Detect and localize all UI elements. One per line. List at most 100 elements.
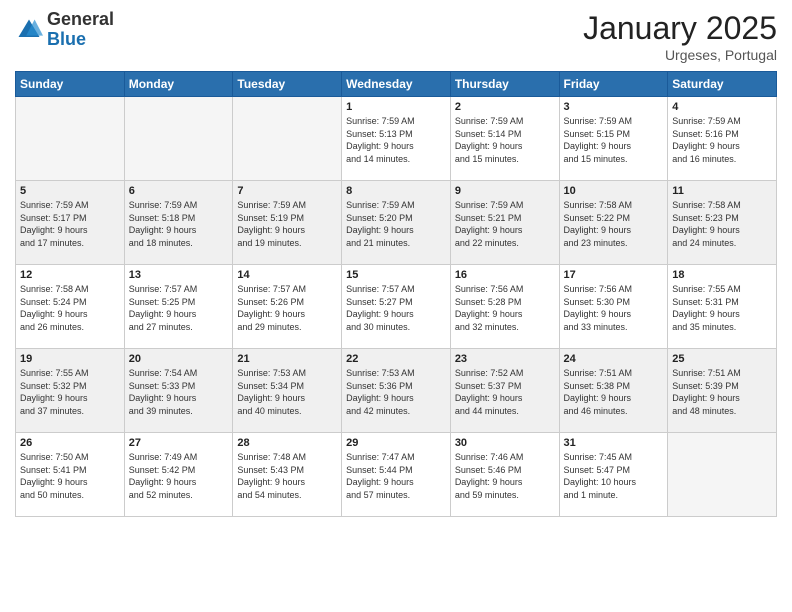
month-title: January 2025 — [583, 10, 777, 47]
weekday-header-thursday: Thursday — [450, 72, 559, 97]
day-info: Sunrise: 7:59 AM Sunset: 5:21 PM Dayligh… — [455, 199, 555, 249]
day-info: Sunrise: 7:59 AM Sunset: 5:16 PM Dayligh… — [672, 115, 772, 165]
calendar-cell — [16, 97, 125, 181]
calendar-cell — [124, 97, 233, 181]
day-number: 29 — [346, 437, 446, 449]
day-info: Sunrise: 7:53 AM Sunset: 5:36 PM Dayligh… — [346, 367, 446, 417]
logo-icon — [15, 16, 43, 44]
day-info: Sunrise: 7:49 AM Sunset: 5:42 PM Dayligh… — [129, 451, 229, 501]
weekday-header-friday: Friday — [559, 72, 668, 97]
calendar-cell: 28 Sunrise: 7:48 AM Sunset: 5:43 PM Dayli… — [233, 433, 342, 517]
day-number: 2 — [455, 101, 555, 113]
day-number: 24 — [564, 353, 664, 365]
calendar-week-4: 19 Sunrise: 7:55 AM Sunset: 5:32 PM Dayli… — [16, 349, 777, 433]
calendar-week-2: 5 Sunrise: 7:59 AM Sunset: 5:17 PM Daylig… — [16, 181, 777, 265]
day-info: Sunrise: 7:59 AM Sunset: 5:14 PM Dayligh… — [455, 115, 555, 165]
day-info: Sunrise: 7:45 AM Sunset: 5:47 PM Dayligh… — [564, 451, 664, 501]
day-number: 27 — [129, 437, 229, 449]
day-info: Sunrise: 7:59 AM Sunset: 5:19 PM Dayligh… — [237, 199, 337, 249]
calendar-cell: 18 Sunrise: 7:55 AM Sunset: 5:31 PM Dayli… — [668, 265, 777, 349]
logo-blue: Blue — [47, 30, 114, 50]
day-info: Sunrise: 7:55 AM Sunset: 5:31 PM Dayligh… — [672, 283, 772, 333]
logo: General Blue — [15, 10, 114, 50]
day-number: 5 — [20, 185, 120, 197]
day-info: Sunrise: 7:51 AM Sunset: 5:38 PM Dayligh… — [564, 367, 664, 417]
day-number: 30 — [455, 437, 555, 449]
weekday-header-wednesday: Wednesday — [342, 72, 451, 97]
calendar-cell: 30Sunrise: 7:46 AM Sunset: 5:46 PM Dayli… — [450, 433, 559, 517]
calendar-cell: 7 Sunrise: 7:59 AM Sunset: 5:19 PM Daylig… — [233, 181, 342, 265]
day-number: 11 — [672, 185, 772, 197]
day-number: 20 — [129, 353, 229, 365]
day-info: Sunrise: 7:51 AM Sunset: 5:39 PM Dayligh… — [672, 367, 772, 417]
day-info: Sunrise: 7:59 AM Sunset: 5:17 PM Dayligh… — [20, 199, 120, 249]
calendar-cell: 21Sunrise: 7:53 AM Sunset: 5:34 PM Dayli… — [233, 349, 342, 433]
day-number: 21 — [237, 353, 337, 365]
day-number: 6 — [129, 185, 229, 197]
day-info: Sunrise: 7:58 AM Sunset: 5:24 PM Dayligh… — [20, 283, 120, 333]
logo-general: General — [47, 10, 114, 30]
calendar-cell: 20Sunrise: 7:54 AM Sunset: 5:33 PM Dayli… — [124, 349, 233, 433]
page: General Blue January 2025 Urgeses, Portu… — [0, 0, 792, 612]
day-number: 28 — [237, 437, 337, 449]
location: Urgeses, Portugal — [583, 47, 777, 63]
calendar-cell: 26 Sunrise: 7:50 AM Sunset: 5:41 PM Dayli… — [16, 433, 125, 517]
day-number: 18 — [672, 269, 772, 281]
calendar-cell: 13Sunrise: 7:57 AM Sunset: 5:25 PM Dayli… — [124, 265, 233, 349]
day-number: 3 — [564, 101, 664, 113]
day-info: Sunrise: 7:59 AM Sunset: 5:13 PM Dayligh… — [346, 115, 446, 165]
calendar-cell: 3 Sunrise: 7:59 AM Sunset: 5:15 PM Daylig… — [559, 97, 668, 181]
calendar-cell: 15 Sunrise: 7:57 AM Sunset: 5:27 PM Dayli… — [342, 265, 451, 349]
day-number: 1 — [346, 101, 446, 113]
day-info: Sunrise: 7:58 AM Sunset: 5:23 PM Dayligh… — [672, 199, 772, 249]
day-info: Sunrise: 7:59 AM Sunset: 5:18 PM Dayligh… — [129, 199, 229, 249]
calendar-cell: 23Sunrise: 7:52 AM Sunset: 5:37 PM Dayli… — [450, 349, 559, 433]
calendar-cell: 31 Sunrise: 7:45 AM Sunset: 5:47 PM Dayli… — [559, 433, 668, 517]
day-number: 15 — [346, 269, 446, 281]
day-number: 22 — [346, 353, 446, 365]
calendar-cell: 14Sunrise: 7:57 AM Sunset: 5:26 PM Dayli… — [233, 265, 342, 349]
calendar-cell: 5 Sunrise: 7:59 AM Sunset: 5:17 PM Daylig… — [16, 181, 125, 265]
day-info: Sunrise: 7:50 AM Sunset: 5:41 PM Dayligh… — [20, 451, 120, 501]
calendar-cell — [233, 97, 342, 181]
title-block: January 2025 Urgeses, Portugal — [583, 10, 777, 63]
calendar-cell: 19 Sunrise: 7:55 AM Sunset: 5:32 PM Dayli… — [16, 349, 125, 433]
day-info: Sunrise: 7:58 AM Sunset: 5:22 PM Dayligh… — [564, 199, 664, 249]
day-number: 7 — [237, 185, 337, 197]
weekday-header-monday: Monday — [124, 72, 233, 97]
day-number: 9 — [455, 185, 555, 197]
day-number: 12 — [20, 269, 120, 281]
calendar-cell: 8 Sunrise: 7:59 AM Sunset: 5:20 PM Daylig… — [342, 181, 451, 265]
day-number: 10 — [564, 185, 664, 197]
day-number: 8 — [346, 185, 446, 197]
logo-text: General Blue — [47, 10, 114, 50]
weekday-header-tuesday: Tuesday — [233, 72, 342, 97]
calendar-cell: 24 Sunrise: 7:51 AM Sunset: 5:38 PM Dayli… — [559, 349, 668, 433]
calendar-cell: 2 Sunrise: 7:59 AM Sunset: 5:14 PM Daylig… — [450, 97, 559, 181]
day-number: 19 — [20, 353, 120, 365]
calendar-cell: 16Sunrise: 7:56 AM Sunset: 5:28 PM Dayli… — [450, 265, 559, 349]
day-number: 17 — [564, 269, 664, 281]
day-number: 26 — [20, 437, 120, 449]
calendar-cell: 11 Sunrise: 7:58 AM Sunset: 5:23 PM Dayli… — [668, 181, 777, 265]
day-number: 31 — [564, 437, 664, 449]
day-info: Sunrise: 7:56 AM Sunset: 5:28 PM Dayligh… — [455, 283, 555, 333]
day-number: 25 — [672, 353, 772, 365]
calendar: SundayMondayTuesdayWednesdayThursdayFrid… — [15, 71, 777, 517]
day-info: Sunrise: 7:59 AM Sunset: 5:20 PM Dayligh… — [346, 199, 446, 249]
calendar-cell: 4Sunrise: 7:59 AM Sunset: 5:16 PM Daylig… — [668, 97, 777, 181]
weekday-header-saturday: Saturday — [668, 72, 777, 97]
day-info: Sunrise: 7:47 AM Sunset: 5:44 PM Dayligh… — [346, 451, 446, 501]
calendar-cell: 10 Sunrise: 7:58 AM Sunset: 5:22 PM Dayli… — [559, 181, 668, 265]
calendar-cell: 27 Sunrise: 7:49 AM Sunset: 5:42 PM Dayli… — [124, 433, 233, 517]
day-info: Sunrise: 7:55 AM Sunset: 5:32 PM Dayligh… — [20, 367, 120, 417]
day-number: 23 — [455, 353, 555, 365]
day-info: Sunrise: 7:59 AM Sunset: 5:15 PM Dayligh… — [564, 115, 664, 165]
day-info: Sunrise: 7:48 AM Sunset: 5:43 PM Dayligh… — [237, 451, 337, 501]
day-info: Sunrise: 7:57 AM Sunset: 5:27 PM Dayligh… — [346, 283, 446, 333]
day-info: Sunrise: 7:57 AM Sunset: 5:26 PM Dayligh… — [237, 283, 337, 333]
day-info: Sunrise: 7:57 AM Sunset: 5:25 PM Dayligh… — [129, 283, 229, 333]
calendar-cell: 22 Sunrise: 7:53 AM Sunset: 5:36 PM Dayli… — [342, 349, 451, 433]
calendar-cell: 17Sunrise: 7:56 AM Sunset: 5:30 PM Dayli… — [559, 265, 668, 349]
calendar-cell: 9 Sunrise: 7:59 AM Sunset: 5:21 PM Daylig… — [450, 181, 559, 265]
